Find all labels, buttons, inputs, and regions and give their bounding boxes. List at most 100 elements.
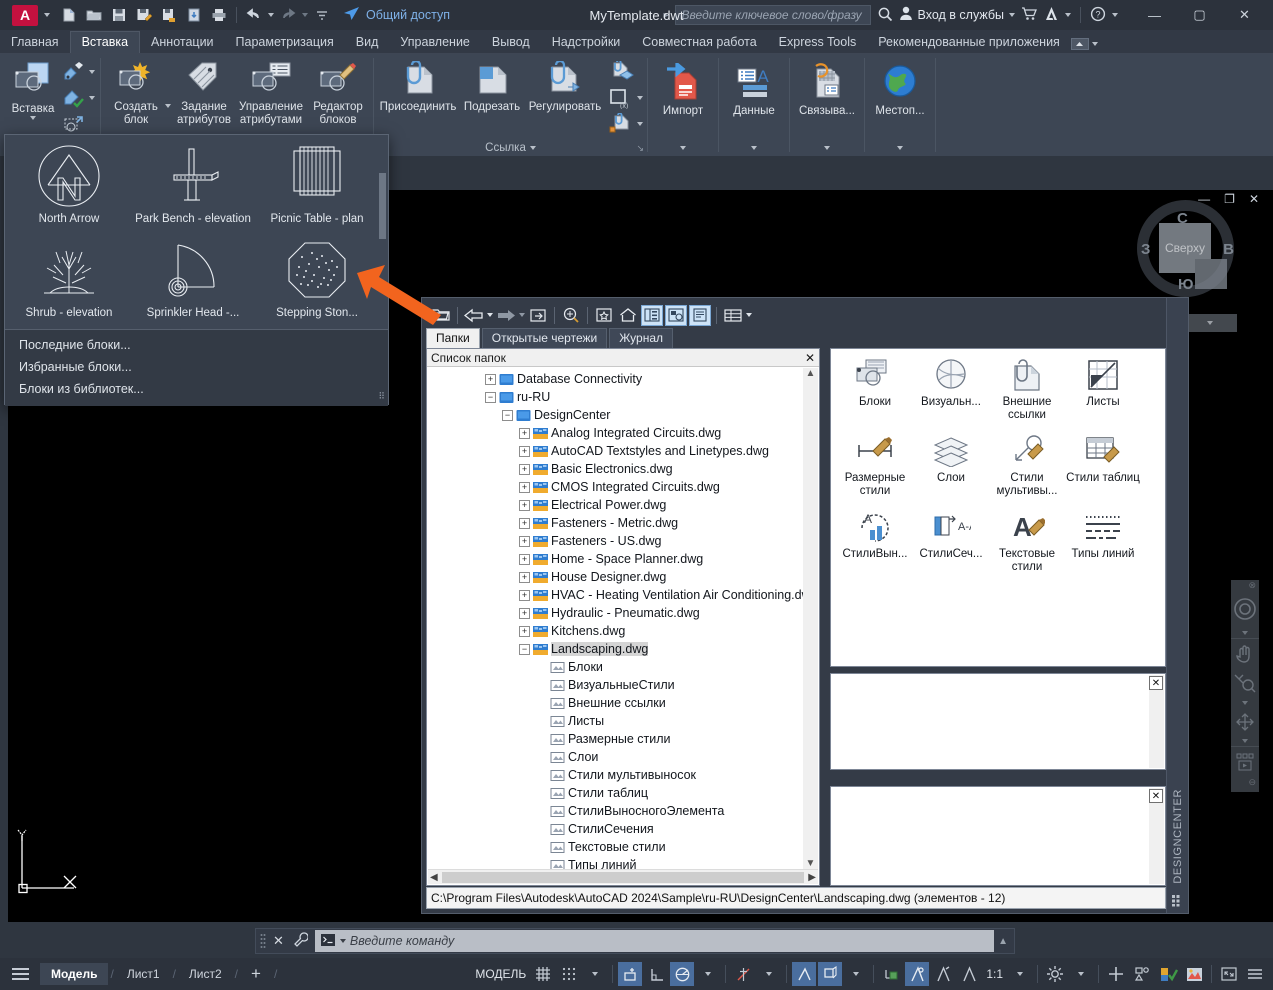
sync-block-attributes-button[interactable] [62,86,95,110]
tree-node[interactable]: + Home - Space Planner.dwg [428,550,818,568]
tree-node[interactable]: − ru-RU [428,388,818,406]
export-icon[interactable] [183,4,205,26]
save-to-cloud-icon[interactable] [158,4,180,26]
up-icon[interactable] [527,305,549,326]
search-icon[interactable] [877,6,893,25]
zoom-caret-icon[interactable] [1242,698,1248,708]
tree-node[interactable]: + Analog Integrated Circuits.dwg [428,424,818,442]
create-block-button[interactable]: Создать блок [105,58,167,126]
workspace-dropdown-caret-icon[interactable] [1069,962,1093,986]
redo-dropdown-icon[interactable] [302,13,308,17]
tree-horizontal-scrollbar[interactable]: ◀ ▶ [428,869,818,884]
content-item[interactable]: Слои [913,433,989,509]
sync-block-attr-caret-icon[interactable] [89,96,95,100]
tab-parametrizaciya[interactable]: Параметризация [225,32,345,53]
gallery-item-sprinkler-head[interactable]: Sprinkler Head -... [131,233,255,327]
qat-more-icon[interactable] [311,4,333,26]
edit-block-attributes-button[interactable] [62,60,95,84]
back-dropdown-icon[interactable] [487,313,493,317]
polar-dropdown-caret-icon[interactable] [696,962,720,986]
close-button[interactable]: ✕ [1222,0,1267,30]
expand-icon[interactable]: + [519,607,530,619]
osnap-dropdown-caret-icon[interactable] [844,962,868,986]
dynamic-input-icon[interactable] [905,962,930,986]
collapse-icon[interactable]: − [502,409,513,421]
tree-node[interactable]: Стили таблиц [428,784,818,802]
save-icon[interactable] [108,4,130,26]
save-as-icon[interactable] [133,4,155,26]
plot-icon[interactable] [208,4,230,26]
content-item[interactable]: A Текстовые стили [989,509,1065,585]
designcenter-grip-icon[interactable] [1171,894,1184,907]
content-item[interactable]: A-A СтилиСеч... [913,509,989,585]
steering-wheel-icon[interactable] [1233,590,1257,628]
sign-in-caret[interactable] [1009,13,1015,17]
zoom-extents-icon[interactable] [1233,668,1257,698]
linking-panel-dropdown[interactable] [790,139,864,156]
command-line-customize-icon[interactable] [291,931,311,951]
transparency-icon[interactable] [957,962,981,986]
snap-to-underlay-button[interactable] [608,112,643,136]
tree-header-close-icon[interactable]: ✕ [805,351,815,365]
expand-icon[interactable]: + [519,499,530,511]
tree-node[interactable]: Стили мультивыносок [428,766,818,784]
views-icon[interactable] [722,305,744,326]
tab-rekomendovannye-prilozheniya[interactable]: Рекомендованные приложения [867,32,1071,53]
navbar-close-icon[interactable]: ⊗ [1248,580,1259,590]
data-button[interactable]: A Данные [723,60,785,118]
expand-icon[interactable]: + [519,427,530,439]
help-search-input[interactable]: Введите ключевое слово/фразу [674,5,871,25]
tree-vertical-scrollbar[interactable]: ▲ ▼ [803,368,818,869]
collapse-icon[interactable]: − [519,643,530,655]
tree-node[interactable]: − DesignCenter [428,406,818,424]
tree-node[interactable]: Размерные стили [428,730,818,748]
object-snap-icon[interactable] [792,962,817,986]
units-icon[interactable] [1182,962,1206,986]
cart-icon[interactable] [1021,6,1038,24]
expand-icon[interactable]: + [485,373,496,385]
expand-icon[interactable]: + [519,445,530,457]
content-item[interactable]: Внешние ссылки [989,357,1065,433]
home-icon[interactable] [617,305,639,326]
layout-tab-list1[interactable]: Лист1 [116,963,171,985]
steering-wheel-caret-icon[interactable] [1242,628,1248,638]
location-button[interactable]: Местоп... [869,60,931,118]
menu-item-recent-blocks[interactable]: Последние блоки... [5,334,388,356]
menu-item-favorite-blocks[interactable]: Избранные блоки... [5,356,388,378]
tab-express-tools[interactable]: Express Tools [768,32,868,53]
application-menu-caret[interactable] [44,13,50,17]
tab-sovmestnaya-rabota[interactable]: Совместная работа [631,32,767,53]
customization-icon[interactable] [1243,962,1267,986]
expand-icon[interactable]: + [519,625,530,637]
3d-osnap-icon[interactable] [818,962,843,986]
back-icon[interactable] [463,305,485,326]
clip-reference-button[interactable]: Подрезать [458,58,526,114]
preview-pane-close-icon[interactable]: ✕ [1149,676,1163,690]
pan-icon[interactable] [1231,638,1259,668]
search-expander-icon[interactable]: ▸ [664,10,669,21]
navbar-customize-icon[interactable]: ⊖ [1248,776,1259,788]
lineweight-icon[interactable] [931,962,955,986]
tab-vyvod[interactable]: Вывод [481,32,541,53]
command-line-grip[interactable] [260,933,266,949]
data-panel-dropdown[interactable] [719,139,789,156]
define-attributes-button[interactable]: Задание атрибутов [173,58,235,126]
frames-vary-button[interactable]: (x) [608,86,643,110]
ribbon-minimize-control[interactable] [1070,38,1110,53]
content-item[interactable]: Стили мультивы... [989,433,1065,509]
grid-icon[interactable] [531,962,555,986]
search-icon[interactable] [560,305,582,326]
tree-node[interactable]: Текстовые стили [428,838,818,856]
content-item[interactable]: Блоки [837,357,913,433]
content-item[interactable]: Типы линий [1065,509,1141,585]
expand-icon[interactable]: + [519,589,530,601]
undo-icon[interactable] [243,4,265,26]
retain-attribute-display-button[interactable] [62,112,95,136]
content-item[interactable]: Листы [1065,357,1141,433]
tree-node[interactable]: + AutoCAD Textstyles and Linetypes.dwg [428,442,818,460]
edit-block-attr-caret-icon[interactable] [89,70,95,74]
load-icon[interactable] [430,305,452,326]
gallery-item-park-bench[interactable]: Park Bench - elevation [131,139,255,233]
dc-tab-history[interactable]: Журнал [609,328,674,348]
tree-node[interactable]: + Database Connectivity [428,370,818,388]
